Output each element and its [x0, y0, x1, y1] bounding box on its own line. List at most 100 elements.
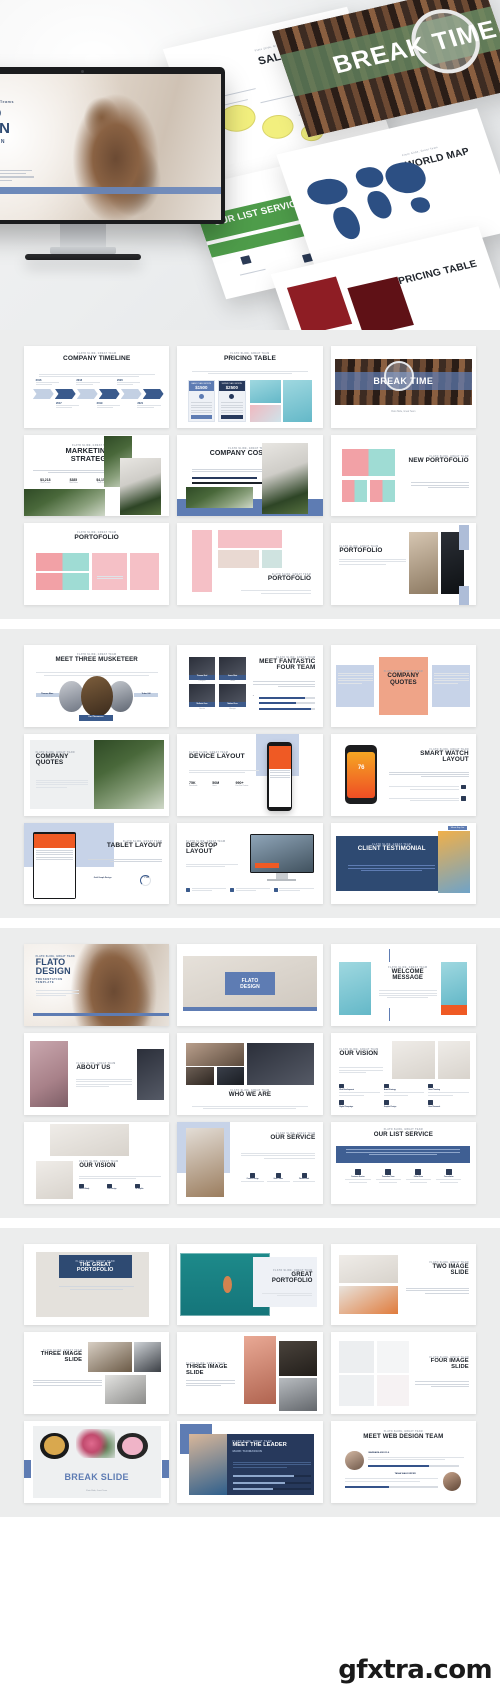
slide-portofolio-3[interactable]: FLATO SLIDE, GREAT TEAM PORTOFOLIO	[330, 523, 476, 606]
slide-great-portofolio[interactable]: FLATO SLIDE, GREAT TEAM GREAT PORTOFOLIO	[177, 1243, 323, 1326]
tablet-mockup	[32, 832, 77, 900]
feature-label: Market Study	[79, 1188, 90, 1190]
smartwatch-mockup: 76	[345, 745, 378, 805]
slide-welcome-message[interactable]: FLATO SLIDE, GREAT TEAM WELCOME MESSAGE	[330, 944, 476, 1027]
plan-buy-button[interactable]	[190, 415, 213, 420]
slide-our-vision-2[interactable]: FLATO SLIDE, GREAT TEAM OUR VISION Marke…	[24, 1121, 170, 1204]
avatar	[58, 681, 84, 713]
plan-buy-button[interactable]	[221, 415, 243, 420]
stat-label: Total Sales	[69, 482, 78, 485]
slide-meet-the-leader[interactable]: FLATO SLIDE, GREAT TEAM MEET THE LEADER …	[177, 1421, 323, 1503]
testimonial-badge: Whats Say Our	[447, 825, 468, 831]
slide-smart-watch-layout[interactable]: 76 FLATO SLIDE, GREAT TEAM SMART WATCH L…	[330, 733, 476, 816]
slide-device-layout[interactable]: FLATO SLIDE, GREAT TEAM DEVICE LAYOUT 75…	[177, 733, 323, 816]
slide-meet-fantastic-four-team[interactable]: Thomas Neel Jason Slate Mellanie Gore Na…	[177, 645, 323, 727]
member-role-4: Manager	[229, 708, 236, 711]
slide-grid-about: FLATO SLIDE, GREAT TEAM FLATO DESIGN PRE…	[24, 944, 476, 1204]
slide-client-testimonial[interactable]: FLATO SLIDE, GREAT TEAM CLIENT TESTIMONI…	[330, 822, 476, 905]
slide-portofolio-2[interactable]: FLATO SLIDE, GREAT TEAM PORTOFOLIO	[177, 523, 323, 606]
slide-our-vision-1[interactable]: FLATO SLIDE, GREAT TEAM OUR VISION Web D…	[330, 1033, 476, 1115]
slide-title: PORTOFOLIO	[74, 533, 119, 541]
slide-title: PORTOFOLIO	[339, 547, 383, 555]
slide-title-line2: STRATEGY	[70, 453, 112, 463]
member-role-2: Leader	[229, 680, 236, 683]
slide-title: MEET WEB DESIGN TEAM	[363, 1432, 444, 1440]
slide-flato-design-cover[interactable]: FLATO SLIDE, GREAT TEAM FLATO DESIGN PRE…	[24, 944, 170, 1027]
slide-break-slide[interactable]: BREAK SLIDE Flato Slide, Great Team	[24, 1421, 170, 1503]
watermark: gfxtra.com	[338, 1655, 492, 1685]
slide-company-quotes-2[interactable]: FLATO SLIDE, GREAT TEAM COMPANY QUOTES	[24, 733, 170, 816]
feature-label: Graphic Design	[383, 1105, 397, 1108]
feature-label: User Research	[428, 1105, 441, 1108]
feature-label: Web Development	[339, 1089, 354, 1092]
slide-four-image-slide[interactable]: FLATO SLIDE, GREAT TEAM FOUR IMAGE SLIDE	[330, 1332, 476, 1415]
slide-the-great-portofolio[interactable]: FLATO SLIDE, GREAT TEAM THE GREAT PORTOF…	[24, 1243, 170, 1326]
webcam-icon	[81, 70, 84, 73]
slide-who-we-are[interactable]: FLATO SLIDE, GREAT TEAM WHO WE ARE	[177, 1033, 323, 1115]
metric-value: 71%	[144, 877, 149, 880]
slide-meet-three-musketeer[interactable]: FLATO SLIDE, GREAT TEAM MEET THREE MUSKE…	[24, 645, 170, 727]
phone-mockup	[267, 742, 293, 811]
hero-monitor-accent-bar	[0, 187, 221, 194]
slide-title-line2: FOUR TEAM	[276, 664, 316, 672]
slide-title: BREAK TIME	[373, 375, 434, 386]
slide-break-time[interactable]: BREAK TIME Flato Slide, Great Team	[330, 346, 476, 428]
slide-title: OUR SERVICE	[270, 1134, 316, 1142]
member-name-1: Thomas Neel	[196, 675, 208, 678]
leader-name: MARK THOMASSON	[232, 1449, 262, 1454]
slide-new-portofolio[interactable]: FLATO SLIDE, GREAT TEAM NEW PORTOFOLIO	[330, 434, 476, 517]
slide-title-line2: PORTOFOLIO	[271, 1277, 313, 1284]
slide-title-line2: MESSAGE	[392, 975, 424, 982]
slide-title-line2: DESIGN	[240, 983, 260, 990]
member-name-2: Jason Slate	[227, 675, 238, 678]
slide-title-line2: SLIDE	[186, 1370, 204, 1377]
member-name-2: TANIA WALDORFER	[394, 1473, 416, 1476]
slide-marketing-strategy[interactable]: FLATO SLIDE, GREAT TEAM MARKETING STRATE…	[24, 434, 170, 517]
feature-label: Brand Strategy	[383, 1089, 396, 1092]
slide-tablet-layout[interactable]: FLATO SLIDE, GREAT TEAM TABLET LAYOUT Gr…	[24, 822, 170, 905]
feature-label: UI Graphic	[135, 1188, 144, 1190]
desktop-mockup	[249, 834, 314, 874]
hero-monitor-kicker: Flato Design, Great Teams	[0, 100, 15, 104]
feature-label: Digital Campaign	[339, 1105, 354, 1108]
slide-our-list-service[interactable]: FLATO SLIDE, GREAT TEAM OUR LIST SERVICE…	[330, 1121, 476, 1204]
slide-portofolio-1[interactable]: FLATO SLIDE, GREAT TEAM PORTOFOLIO	[24, 523, 170, 606]
member-name-3: Mellanie Gore	[196, 702, 208, 705]
slide-three-image-slide-2[interactable]: FLATO SLIDE, GREAT TEAM THREE IMAGE SLID…	[177, 1332, 323, 1415]
slide-title: PRICING TABLE	[223, 355, 277, 363]
slide-title-line2: QUOTES	[389, 678, 417, 686]
slide-title: MEET THE LEADER	[232, 1441, 287, 1448]
section-divider	[0, 918, 500, 929]
slide-company-timeline[interactable]: FLATO SLIDE, GREAT TEAM COMPANY TIMELINE…	[24, 346, 170, 428]
slide-dekstop-layout[interactable]: FLATO SLIDE, GREAT TEAM DEKSTOP LAYOUT	[177, 822, 323, 905]
slide-two-image-slide[interactable]: FLATO SLIDE, GREAT TEAM TWO IMAGE SLIDE	[330, 1243, 476, 1326]
slide-title-line2: PORTOFOLIO	[76, 1267, 114, 1274]
slide-title: WHO WE ARE	[228, 1091, 272, 1099]
slide-flato-design-banner[interactable]: FLATO DESIGN	[177, 944, 323, 1027]
slide-meet-web-design-team[interactable]: FLATO SLIDE, GREAT TEAM MEET WEB DESIGN …	[330, 1421, 476, 1503]
feature-label: Great Teams	[273, 1179, 284, 1181]
slide-title: OUR VISION	[339, 1050, 379, 1058]
stat-label: Users	[212, 785, 217, 788]
slide-title: COMPANY COST	[209, 449, 268, 457]
slide-grid-portfolio: FLATO SLIDE, GREAT TEAM THE GREAT PORTOF…	[24, 1243, 476, 1503]
plan-icon	[229, 394, 235, 400]
slide-about-us[interactable]: FLATO SLIDE, GREAT TEAM ABOUT US	[24, 1033, 170, 1115]
feature-label: Flexible Work	[298, 1179, 310, 1181]
avatar	[345, 1450, 365, 1471]
feature-label: Customer Service	[351, 1177, 365, 1179]
plan-price: $2500	[225, 384, 238, 390]
stat-item: $3,218 Total Income	[33, 478, 58, 484]
slide-three-image-slide-1[interactable]: FLATO SLIDE, GREAT TEAM THREE IMAGE SLID…	[24, 1332, 170, 1415]
slide-pricing-table[interactable]: FLATO SLIDE, GREAT TEAM PRICING TABLE BA…	[177, 346, 323, 428]
feature-label: Consultation	[443, 1177, 454, 1179]
stat-label: Five Star Review	[235, 785, 249, 788]
slide-company-cost[interactable]: FLATO SLIDE, GREAT TEAM COMPANY COST	[177, 434, 323, 517]
slide-title-line2: SLIDE	[451, 1363, 469, 1370]
hero-pricing-title: PRICING TABLE	[397, 258, 479, 288]
slide-footer: Flato Slide, Great Team	[86, 1489, 108, 1492]
hero-banner: Flato Slide, Great Team SALES CHART BREA…	[0, 0, 500, 330]
slide-company-quotes-1[interactable]: FLATO SLIDE, GREAT TEAM COMPANY QUOTES	[330, 645, 476, 727]
slide-our-service[interactable]: FLATO SLIDE, GREAT TEAM OUR SERVICE Crea…	[177, 1121, 323, 1204]
feature-label: Creative Design	[246, 1179, 259, 1181]
